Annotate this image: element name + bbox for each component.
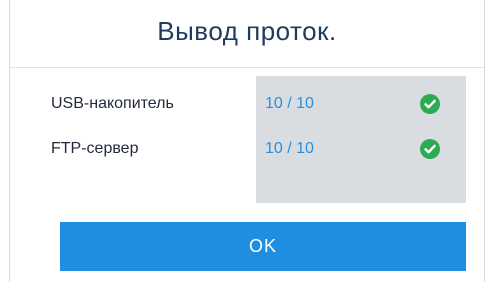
check-circle-icon [420,139,440,159]
output-row-usb: USB-накопитель 10 / 10 [10,92,486,116]
ok-button[interactable]: OK [60,222,466,271]
dialog-title: Вывод проток. [157,16,337,46]
protocol-output-dialog: Вывод проток. USB-накопитель 10 / 10 FTP… [9,0,485,282]
usb-storage-count: 10 / 10 [265,95,314,112]
dialog-title-bar: Вывод проток. [10,0,484,68]
ftp-server-label: FTP-сервер [51,140,139,157]
output-row-ftp: FTP-сервер 10 / 10 [10,137,486,161]
usb-storage-label: USB-накопитель [51,95,174,112]
ftp-server-count: 10 / 10 [265,140,314,157]
check-circle-icon [420,94,440,114]
